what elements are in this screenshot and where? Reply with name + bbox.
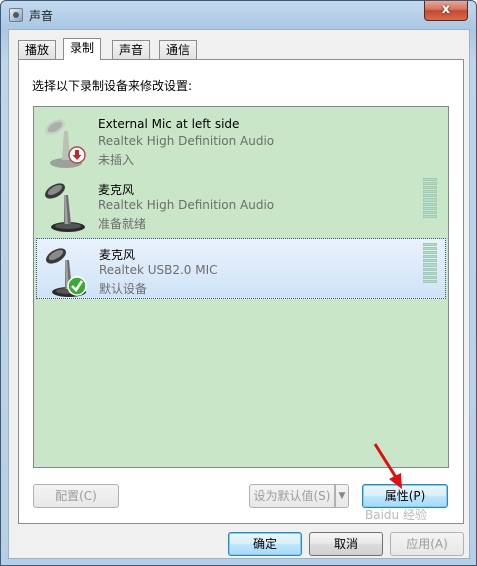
device-status: 未插入 — [98, 153, 135, 167]
tab-sounds[interactable]: 声音 — [112, 40, 151, 59]
set-default-button[interactable]: 设为默认值(S) — [249, 484, 335, 508]
cancel-button[interactable]: 取消 — [309, 532, 383, 556]
apply-button[interactable]: 应用(A) — [390, 532, 464, 556]
watermark-text: Baidu 经验 — [365, 508, 427, 522]
annotation-arrow-icon — [373, 443, 402, 489]
device-driver: Realtek High Definition Audio — [98, 134, 275, 148]
device-driver: Realtek High Definition Audio — [98, 198, 275, 212]
tab-recording[interactable]: 录制 — [63, 38, 102, 60]
tab-communications[interactable]: 通信 — [159, 40, 198, 59]
window-title: 声音 — [29, 9, 54, 23]
device-item-external-mic[interactable]: External Mic at left side Realtek High D… — [36, 110, 446, 171]
sound-dialog-window: 声音 x 播放 录制 声音 通信 选择以下录制设备来修改设置: External… — [0, 0, 477, 566]
configure-button[interactable]: 配置(C) — [33, 484, 119, 508]
device-item-microphone-usb[interactable]: 麦克风 Realtek USB2.0 MIC 默认设备 — [36, 238, 446, 299]
device-status: 准备就绪 — [98, 217, 147, 231]
device-item-microphone-realtek-hd[interactable]: 麦克风 Realtek High Definition Audio 准备就绪 — [36, 174, 446, 235]
microphone-icon — [45, 119, 86, 168]
microphone-icon — [46, 248, 87, 297]
title-bar[interactable]: 声音 x — [1, 1, 476, 29]
device-name: 麦克风 — [98, 183, 135, 197]
device-name: 麦克风 — [99, 248, 136, 262]
microphone-icon — [45, 183, 85, 232]
level-meter — [423, 243, 437, 283]
set-default-dropdown-arrow-icon[interactable]: ▼ — [335, 484, 349, 508]
device-name: External Mic at left side — [98, 117, 240, 131]
instruction-text: 选择以下录制设备来修改设置: — [32, 79, 193, 93]
tab-playback[interactable]: 播放 — [18, 40, 57, 59]
close-button[interactable]: x — [424, 1, 468, 21]
speaker-icon — [9, 8, 23, 22]
device-status: 默认设备 — [99, 282, 148, 296]
device-driver: Realtek USB2.0 MIC — [99, 263, 218, 277]
level-meter — [423, 178, 437, 218]
ok-button[interactable]: 确定 — [228, 532, 302, 556]
recording-device-list[interactable]: External Mic at left side Realtek High D… — [33, 106, 449, 468]
default-check-icon — [67, 276, 87, 296]
